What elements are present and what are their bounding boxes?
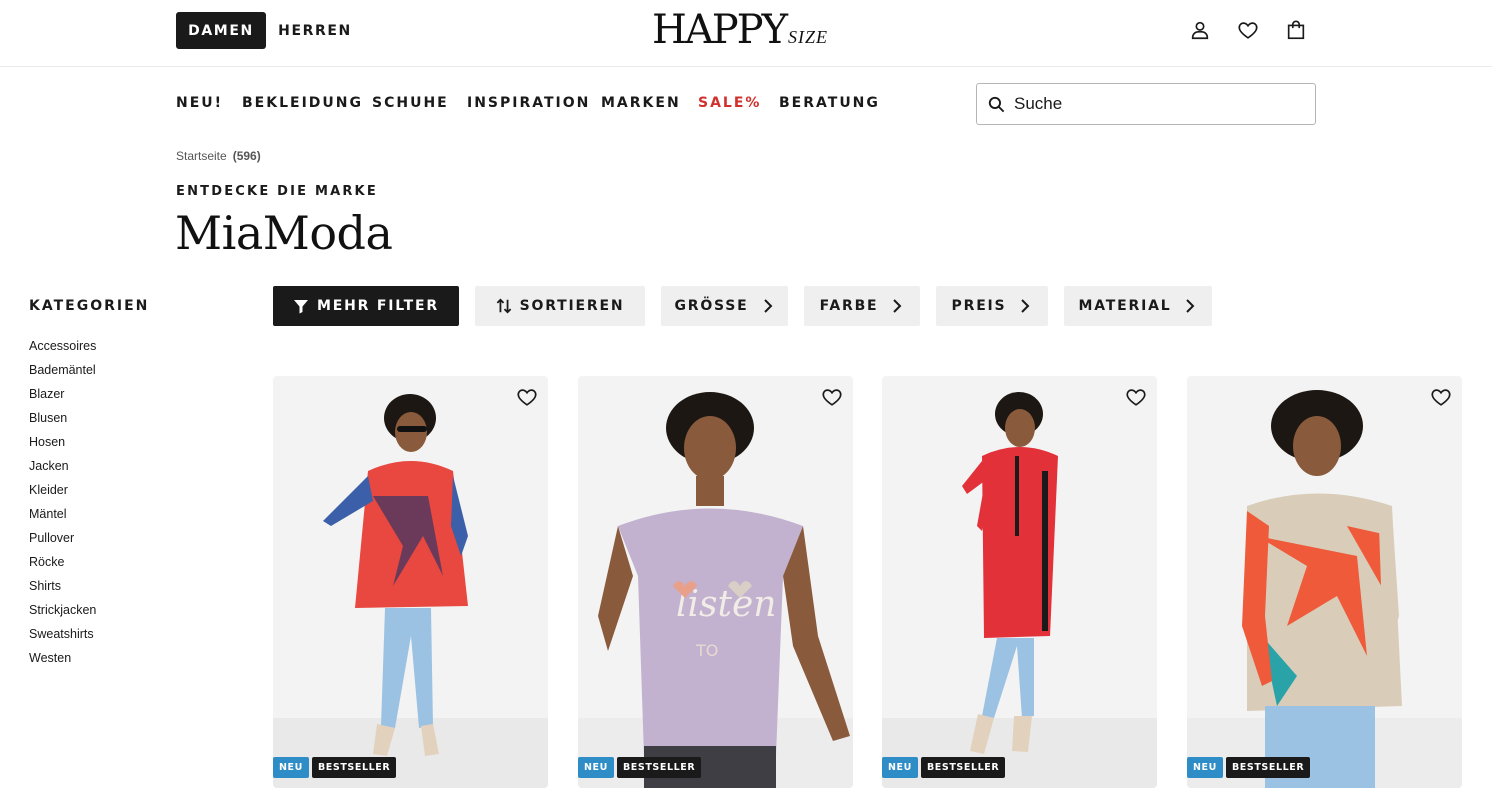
sort-label: SORTIEREN	[519, 298, 625, 314]
category-item-hosen[interactable]: Hosen	[29, 433, 96, 457]
filter-funnel-icon	[294, 300, 309, 314]
badge-group: NEU BESTSELLER	[578, 757, 702, 778]
sort-arrows-icon	[496, 298, 511, 314]
nav-item-beratung[interactable]: BERATUNG	[779, 95, 880, 111]
sort-button[interactable]: SORTIEREN	[475, 286, 645, 326]
category-item-pullover[interactable]: Pullover	[29, 529, 96, 553]
filter-color-label: FARBE	[819, 298, 879, 314]
product-card[interactable]: NEU BESTSELLER	[1187, 376, 1462, 788]
category-item-kleider[interactable]: Kleider	[29, 481, 96, 505]
tab-damen[interactable]: DAMEN	[176, 12, 266, 49]
category-item-bademaentel[interactable]: Bademäntel	[29, 361, 96, 385]
badge-neu: NEU	[273, 757, 309, 778]
product-card[interactable]: listen TO NEU BESTSELLER	[578, 376, 853, 788]
nav-item-neu[interactable]: NEU!	[176, 95, 223, 111]
filter-price-button[interactable]: PREIS	[936, 286, 1048, 326]
wishlist-heart-icon[interactable]	[1430, 386, 1452, 408]
result-count: (596)	[232, 149, 261, 163]
tab-herren[interactable]: HERREN	[270, 12, 360, 49]
badge-group: NEU BESTSELLER	[1187, 757, 1311, 778]
filter-price-label: PREIS	[951, 298, 1007, 314]
filter-color-button[interactable]: FARBE	[804, 286, 920, 326]
category-item-blazer[interactable]: Blazer	[29, 385, 96, 409]
category-item-sweatshirts[interactable]: Sweatshirts	[29, 625, 96, 649]
logo-main-text: HAPPY	[652, 7, 788, 53]
filter-size-label: GRÖSSE	[674, 298, 749, 314]
badge-bestseller: BESTSELLER	[616, 757, 702, 778]
shopping-bag-icon[interactable]	[1284, 18, 1308, 42]
product-image	[962, 392, 1058, 754]
wishlist-heart-icon[interactable]	[516, 386, 538, 408]
svg-text:TO: TO	[695, 641, 718, 660]
account-icon[interactable]	[1188, 18, 1212, 42]
search-input[interactable]	[1014, 94, 1294, 114]
category-item-jacken[interactable]: Jacken	[29, 457, 96, 481]
filter-size-button[interactable]: GRÖSSE	[661, 286, 788, 326]
filter-material-label: MATERIAL	[1078, 298, 1172, 314]
badge-group: NEU BESTSELLER	[273, 757, 397, 778]
badge-neu: NEU	[578, 757, 614, 778]
nav-item-schuhe[interactable]: SCHUHE	[372, 95, 449, 111]
product-image	[323, 394, 468, 756]
category-item-accessoires[interactable]: Accessoires	[29, 337, 96, 361]
wishlist-heart-icon[interactable]	[1125, 386, 1147, 408]
top-bar: DAMEN HERREN HAPPY SIZE	[0, 0, 1492, 67]
category-item-roecke[interactable]: Röcke	[29, 553, 96, 577]
happysize-logo[interactable]: HAPPY SIZE	[652, 6, 852, 54]
logo-sub-text: SIZE	[788, 20, 829, 49]
product-image: listen TO	[598, 392, 850, 788]
filter-material-button[interactable]: MATERIAL	[1064, 286, 1212, 326]
nav-item-bekleidung[interactable]: BEKLEIDUNG	[242, 95, 363, 111]
breadcrumb: Startseite (596)	[176, 149, 261, 163]
chevron-right-icon	[1021, 299, 1030, 313]
breadcrumb-home[interactable]: Startseite	[176, 149, 227, 163]
product-image	[1242, 390, 1402, 788]
chevron-right-icon	[763, 299, 772, 313]
wishlist-heart-icon[interactable]	[821, 386, 843, 408]
product-card[interactable]: NEU BESTSELLER	[882, 376, 1157, 788]
badge-bestseller: BESTSELLER	[920, 757, 1006, 778]
more-filters-label: MEHR FILTER	[317, 298, 439, 314]
category-item-blusen[interactable]: Blusen	[29, 409, 96, 433]
wishlist-heart-icon[interactable]	[1236, 18, 1260, 42]
badge-neu: NEU	[1187, 757, 1223, 778]
badge-group: NEU BESTSELLER	[882, 757, 1006, 778]
product-card[interactable]: NEU BESTSELLER	[273, 376, 548, 788]
page-title: MiaModa	[175, 206, 393, 260]
badge-neu: NEU	[882, 757, 918, 778]
nav-item-marken[interactable]: MARKEN	[601, 95, 681, 111]
category-item-westen[interactable]: Westen	[29, 649, 96, 673]
brand-kicker: ENTDECKE DIE MARKE	[176, 184, 378, 199]
category-item-shirts[interactable]: Shirts	[29, 577, 96, 601]
nav-item-sale[interactable]: SALE%	[698, 95, 761, 111]
badge-bestseller: BESTSELLER	[311, 757, 397, 778]
search-icon	[988, 96, 1005, 112]
category-item-maentel[interactable]: Mäntel	[29, 505, 96, 529]
chevron-right-icon	[1186, 299, 1195, 313]
badge-bestseller: BESTSELLER	[1225, 757, 1311, 778]
categories-heading: KATEGORIEN	[29, 298, 150, 314]
category-list: Accessoires Bademäntel Blazer Blusen Hos…	[29, 337, 96, 673]
chevron-right-icon	[893, 299, 902, 313]
more-filters-button[interactable]: MEHR FILTER	[273, 286, 459, 326]
category-item-strickjacken[interactable]: Strickjacken	[29, 601, 96, 625]
nav-item-inspiration[interactable]: INSPIRATION	[467, 95, 590, 111]
search-box[interactable]	[976, 83, 1316, 125]
